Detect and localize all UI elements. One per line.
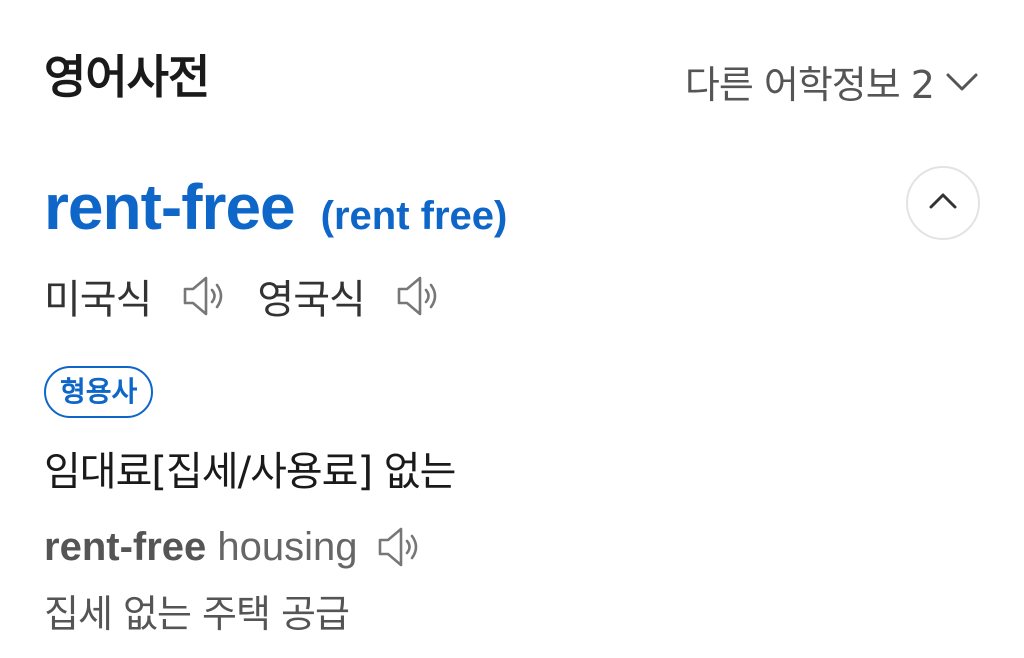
more-info-label: 다른 어학정보 2 — [684, 63, 935, 107]
pronunciation-label-uk: 영국식 — [257, 277, 365, 323]
part-of-speech-badge: 형용사 — [44, 366, 154, 418]
collapse-button[interactable] — [906, 166, 980, 240]
pronunciation-label-us: 미국식 — [44, 277, 152, 323]
dictionary-header: 영어사전 다른 어학정보 2 — [44, 44, 980, 114]
pronunciation-row: 미국식 영국식 — [44, 266, 471, 326]
chevron-up-icon — [926, 184, 960, 222]
headword[interactable]: rent-free — [44, 170, 296, 244]
more-info-toggle[interactable]: 다른 어학정보 2 — [685, 54, 980, 109]
example-sentence: rent-free housing — [44, 518, 452, 576]
section-title: 영어사전 — [44, 50, 210, 104]
headword-variant: (rent free) — [320, 194, 508, 238]
example-translation: 집세 없는 주택 공급 — [44, 592, 350, 636]
entry-card: rent-free (rent free) — [44, 166, 980, 250]
speaker-icon[interactable] — [393, 270, 445, 322]
speaker-icon[interactable] — [179, 270, 231, 322]
definition-text: 임대료[집세/사용료] 없는 — [44, 449, 456, 495]
chevron-down-icon — [944, 64, 980, 100]
example-headword: rent-free — [44, 524, 207, 569]
speaker-icon[interactable] — [374, 521, 426, 573]
headword-row: rent-free (rent free) — [44, 170, 980, 250]
example-rest: housing — [206, 524, 358, 569]
example-text: rent-free housing — [44, 525, 358, 570]
